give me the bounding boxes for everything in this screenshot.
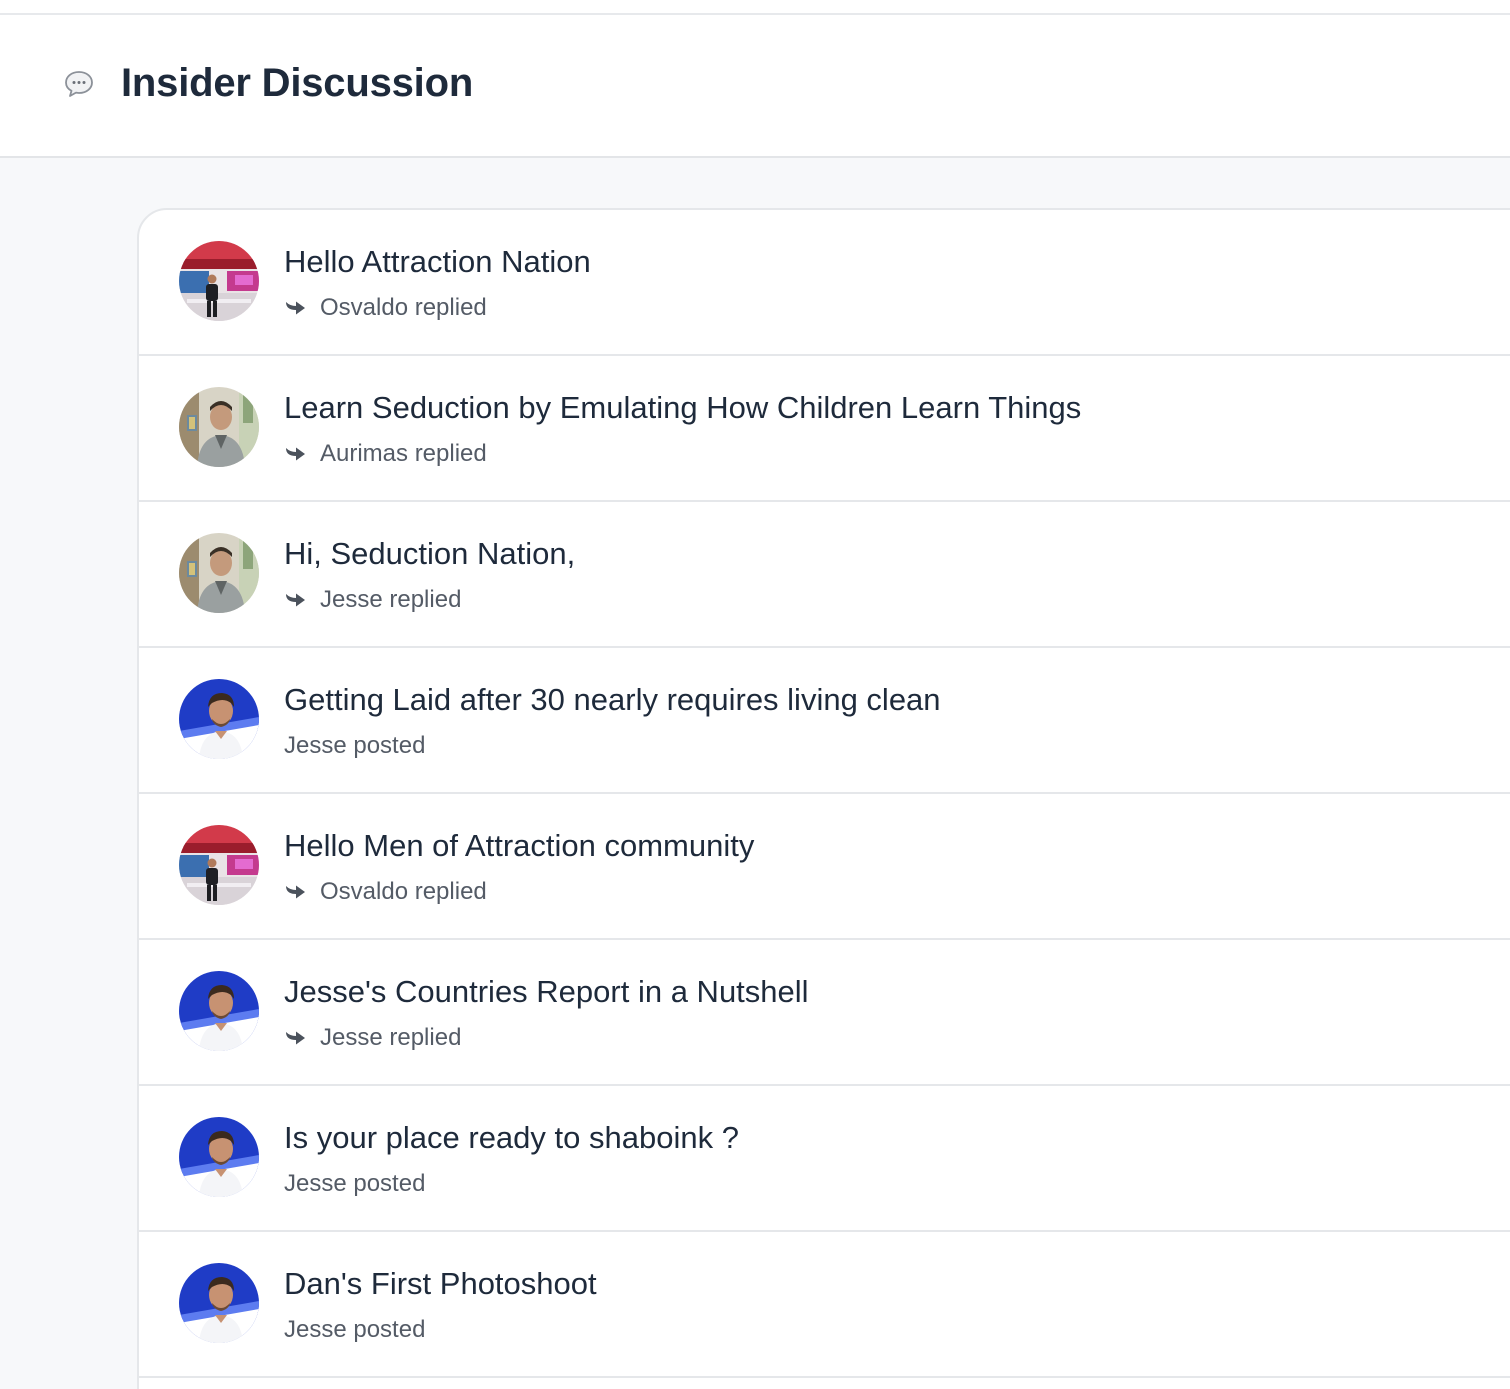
- thread-meta: Jesse replied: [284, 586, 461, 614]
- reply-arrow-icon: [284, 444, 308, 464]
- top-strip: [0, 0, 1510, 15]
- thread-title[interactable]: Hello Attraction Nation: [284, 244, 591, 280]
- thread-title[interactable]: Jesse's Countries Report in a Nutshell: [284, 974, 809, 1010]
- thread-meta-text: Aurimas replied: [320, 440, 487, 467]
- thread-meta-text: Jesse posted: [284, 1170, 426, 1197]
- thread-meta: Jesse posted: [284, 732, 425, 760]
- avatar[interactable]: [179, 533, 259, 613]
- thread-meta: Jesse posted: [284, 1316, 425, 1344]
- thread-meta-text: Jesse replied: [320, 586, 462, 613]
- reply-arrow-icon: [284, 298, 308, 318]
- avatar[interactable]: [179, 825, 259, 905]
- thread-row[interactable]: Hi, Seduction Nation, Jesse replied: [139, 502, 1510, 648]
- thread-title[interactable]: Is your place ready to shaboink ?: [284, 1120, 739, 1156]
- thread-meta: Osvaldo replied: [284, 878, 487, 906]
- thread-meta: Jesse posted: [284, 1170, 425, 1198]
- content-area: Hello Attraction Nation Osvaldo replied …: [0, 160, 1510, 1389]
- thread-row[interactable]: Hello Attraction Nation Osvaldo replied: [139, 210, 1510, 356]
- thread-title[interactable]: Learn Seduction by Emulating How Childre…: [284, 390, 1081, 426]
- thread-meta: Osvaldo replied: [284, 294, 487, 322]
- page-title: Insider Discussion: [121, 61, 474, 105]
- avatar[interactable]: [179, 387, 259, 467]
- thread-row[interactable]: Getting Laid after 30 nearly requires li…: [139, 648, 1510, 794]
- thread-meta: Aurimas replied: [284, 440, 487, 468]
- thread-meta-text: Jesse posted: [284, 732, 426, 759]
- chat-bubble-icon: [62, 67, 96, 101]
- thread-meta-text: Osvaldo replied: [320, 878, 487, 905]
- thread-row[interactable]: Learn Seduction by Emulating How Childre…: [139, 356, 1510, 502]
- avatar[interactable]: [179, 679, 259, 759]
- reply-arrow-icon: [284, 590, 308, 610]
- reply-arrow-icon: [284, 1028, 308, 1048]
- thread-title[interactable]: Hi, Seduction Nation,: [284, 536, 575, 572]
- thread-title[interactable]: Dan's First Photoshoot: [284, 1266, 597, 1302]
- thread-row[interactable]: Is your place ready to shaboink ? Jesse p…: [139, 1086, 1510, 1232]
- thread-row[interactable]: Hello Men of Attraction community Osvald…: [139, 794, 1510, 940]
- thread-meta: Jesse replied: [284, 1024, 461, 1052]
- avatar[interactable]: [179, 1263, 259, 1343]
- avatar[interactable]: [179, 1117, 259, 1197]
- page: Insider Discussion Hello Attraction Nati…: [0, 0, 1510, 1389]
- thread-meta-text: Osvaldo replied: [320, 294, 487, 321]
- avatar[interactable]: [179, 971, 259, 1051]
- page-header: Insider Discussion: [0, 15, 1510, 158]
- thread-list: Hello Attraction Nation Osvaldo replied …: [137, 208, 1510, 1389]
- thread-meta-text: Jesse replied: [320, 1024, 462, 1051]
- avatar[interactable]: [179, 241, 259, 321]
- reply-arrow-icon: [284, 882, 308, 902]
- thread-meta-text: Jesse posted: [284, 1316, 426, 1343]
- thread-row[interactable]: Dan's First Photoshoot Jesse posted: [139, 1232, 1510, 1378]
- thread-title[interactable]: Hello Men of Attraction community: [284, 828, 754, 864]
- thread-title[interactable]: Getting Laid after 30 nearly requires li…: [284, 682, 941, 718]
- thread-row[interactable]: Jesse's Countries Report in a Nutshell J…: [139, 940, 1510, 1086]
